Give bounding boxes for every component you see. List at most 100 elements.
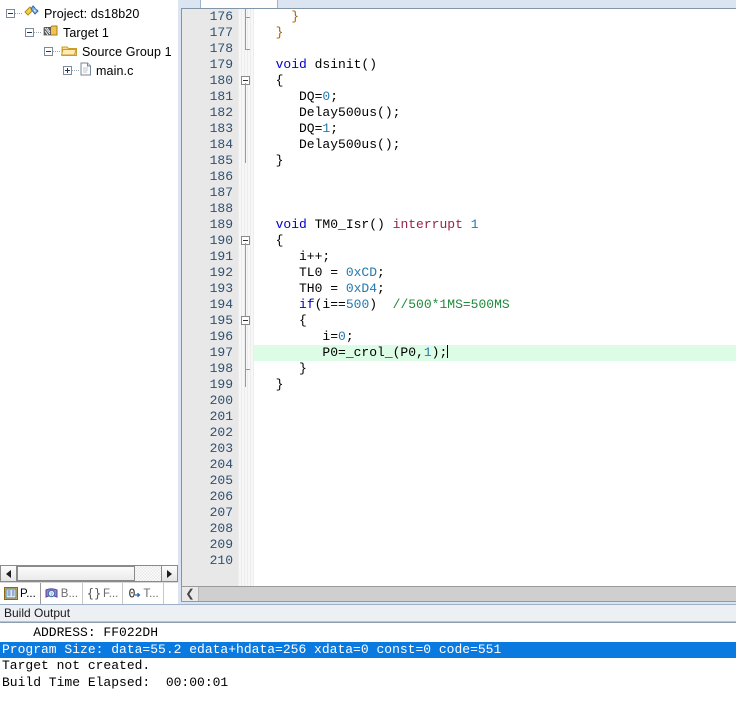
templates-icon: 0 (127, 587, 141, 601)
code-line[interactable]: i=0; (254, 329, 736, 345)
code-line[interactable] (254, 489, 736, 505)
project-tab-3[interactable]: 0 T... (123, 583, 164, 604)
scrollbar-track[interactable] (17, 565, 161, 582)
code-line[interactable]: } (254, 25, 736, 41)
code-line[interactable]: Delay500us(); (254, 105, 736, 121)
code-line[interactable]: } (254, 9, 736, 25)
code-line[interactable]: } (254, 377, 736, 393)
code-line[interactable]: { (254, 313, 736, 329)
code-line[interactable]: void TM0_Isr() interrupt 1 (254, 217, 736, 233)
code-token: 1 (470, 217, 479, 232)
line-number: 202 (209, 425, 233, 440)
code-token: //500*1MS=500MS (392, 297, 510, 312)
scroll-left-arrow[interactable] (0, 565, 17, 582)
code-token: DQ= (260, 89, 323, 104)
code-folding-margin[interactable] (238, 9, 254, 586)
code-token: 0xCD (345, 265, 378, 280)
tree-item-project-ds18b20[interactable]: Project: ds18b20 (0, 4, 178, 23)
code-line[interactable] (254, 425, 736, 441)
fold-guide-line (245, 243, 246, 387)
code-line[interactable] (254, 505, 736, 521)
code-token: 1 (423, 345, 432, 360)
line-number: 201 (209, 409, 233, 424)
code-token: { (260, 73, 284, 88)
project-tab-0[interactable]: P... (0, 583, 41, 604)
code-line[interactable] (254, 169, 736, 185)
line-number: 183 (209, 121, 233, 136)
code-line[interactable]: i++; (254, 249, 736, 265)
code-line[interactable] (254, 553, 736, 569)
code-editor[interactable]: 176 177 178 179 180 181 182 183 184 185 186 187 188 1… (182, 9, 736, 586)
code-line[interactable]: DQ=1; (254, 121, 736, 137)
code-line[interactable] (254, 393, 736, 409)
project-horizontal-scrollbar[interactable] (0, 564, 178, 582)
code-line[interactable]: TL0 = 0xCD; (254, 265, 736, 281)
tree-item-source-group-1[interactable]: Source Group 1 (0, 42, 178, 61)
code-token: (i== (314, 297, 346, 312)
line-number: 198 (209, 361, 233, 376)
code-line[interactable]: } (254, 153, 736, 169)
code-line[interactable]: { (254, 233, 736, 249)
build-output-line[interactable]: Target not created. (0, 658, 736, 675)
project-tab-label: T... (143, 587, 159, 600)
tree-item-label: Source Group 1 (82, 44, 172, 59)
code-line[interactable] (254, 409, 736, 425)
line-number: 197 (209, 345, 233, 360)
collapse-toggle-icon[interactable] (44, 47, 53, 56)
code-line[interactable]: P0=_crol_(P0,1); (254, 345, 736, 361)
build-output-title: Build Output (0, 604, 736, 622)
tree-item-label: Project: ds18b20 (44, 6, 140, 21)
tree-item-main-c[interactable]: main.c (0, 61, 178, 80)
svg-text:{}: {} (87, 587, 101, 600)
editor-horizontal-scrollbar[interactable]: ❮ (181, 586, 736, 602)
target-icon (42, 24, 59, 41)
fold-guide-line (245, 9, 246, 49)
code-line[interactable] (254, 473, 736, 489)
code-line[interactable]: Delay500us(); (254, 137, 736, 153)
line-number: 180 (209, 73, 233, 88)
build-output-line[interactable]: Build Time Elapsed: 00:00:01 (0, 675, 736, 692)
code-line[interactable]: if(i==500) //500*1MS=500MS (254, 297, 736, 313)
build-output-line[interactable]: Program Size: data=55.2 edata+hdata=256 … (0, 641, 736, 658)
code-line[interactable] (254, 441, 736, 457)
code-line[interactable] (254, 185, 736, 201)
line-number: 207 (209, 505, 233, 520)
project-tab-2[interactable]: {} F... (83, 583, 124, 604)
fold-collapse-box[interactable] (241, 316, 250, 325)
line-number: 184 (209, 137, 233, 152)
line-number: 205 (209, 473, 233, 488)
scrollbar-thumb[interactable] (17, 566, 136, 581)
project-panel-tabs[interactable]: P...? B...{} F... 0 T... (0, 582, 178, 604)
expand-toggle-icon[interactable] (63, 66, 72, 75)
tree-item-target-1[interactable]: Target 1 (0, 23, 178, 42)
code-line[interactable]: void dsinit() (254, 57, 736, 73)
code-token: } (260, 377, 284, 392)
build-output-line[interactable]: ADDRESS: FF022DH (0, 625, 736, 642)
code-line[interactable] (254, 521, 736, 537)
code-line[interactable] (254, 537, 736, 553)
build-output-log[interactable]: ADDRESS: FF022DH Program Size: data=55.2 … (0, 622, 736, 706)
scroll-right-arrow[interactable] (161, 565, 178, 582)
code-line[interactable]: DQ=0; (254, 89, 736, 105)
tree-item-label: main.c (96, 63, 134, 78)
project-tree[interactable]: Project: ds18b20 Target 1 Source Group 1 ma… (0, 0, 178, 564)
code-line[interactable]: } (254, 361, 736, 377)
project-tab-1[interactable]: ? B... (41, 583, 84, 604)
code-token: TH0 = (260, 281, 346, 296)
line-number: 190 (209, 233, 233, 248)
line-number-gutter: 176 177 178 179 180 181 182 183 184 185 186 187 188 1… (182, 9, 238, 586)
collapse-toggle-icon[interactable] (6, 9, 15, 18)
tree-connector (72, 70, 80, 71)
code-token: ; (377, 265, 385, 280)
chevron-left-icon[interactable]: ❮ (182, 587, 199, 601)
code-line[interactable] (254, 201, 736, 217)
code-line[interactable]: { (254, 73, 736, 89)
collapse-toggle-icon[interactable] (25, 28, 34, 37)
code-line[interactable]: TH0 = 0xD4; (254, 281, 736, 297)
code-line[interactable] (254, 41, 736, 57)
fold-end-tick (245, 17, 250, 18)
code-text[interactable]: } } void dsinit() { DQ=0; Delay500us(); … (254, 9, 736, 586)
code-line[interactable] (254, 457, 736, 473)
